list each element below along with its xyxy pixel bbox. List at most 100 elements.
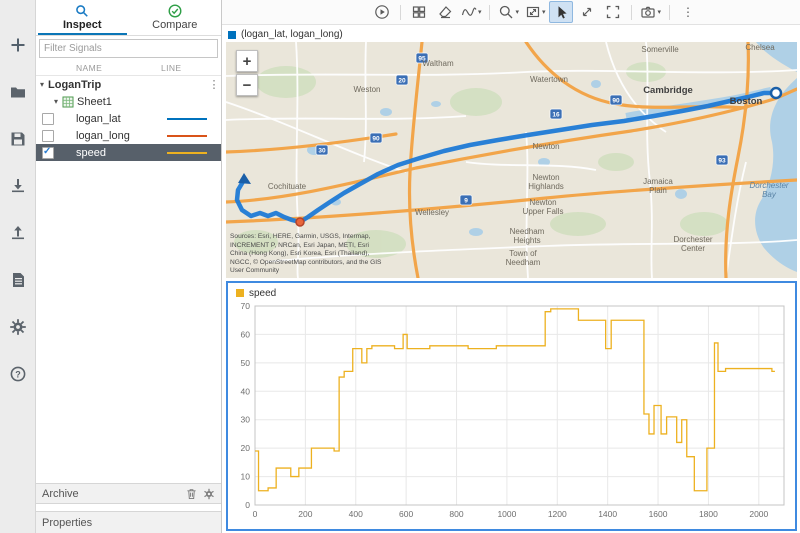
signal-row-speed[interactable]: speed: [36, 144, 221, 161]
snapshot-button[interactable]: ▾: [638, 1, 663, 23]
toolbar-separator: [400, 5, 401, 20]
chevron-down-icon: ▾: [478, 8, 482, 16]
signal-checkbox[interactable]: [42, 113, 54, 125]
highway-shield-icon: 20: [396, 75, 408, 85]
svg-text:90: 90: [612, 98, 620, 105]
map-plot-panel[interactable]: (logan_lat, logan_long): [226, 27, 797, 278]
wave-icon: [461, 4, 477, 20]
save-button[interactable]: [7, 128, 29, 150]
run-label: LoganTrip: [48, 79, 207, 91]
highway-shield-icon: 16: [550, 109, 562, 119]
svg-text:20: 20: [398, 78, 406, 85]
svg-text:400: 400: [349, 509, 363, 519]
map-canvas[interactable]: 952090903016993 WalthamWestonWatertownSo…: [226, 42, 797, 278]
svg-text:?: ?: [15, 369, 21, 379]
signal-sidebar: Inspect Compare NAME LINE ▾ LoganTrip ⋮ …: [36, 0, 222, 533]
chart-legend-swatch: [236, 289, 244, 297]
highway-shield-icon: 90: [370, 133, 382, 143]
run-button[interactable]: [370, 1, 394, 23]
sidebar-tabs: Inspect Compare: [36, 0, 221, 36]
speed-chart-panel[interactable]: speed 0200400600800100012001400160018002…: [226, 281, 797, 531]
report-button[interactable]: [7, 269, 29, 291]
map-label: NewtonHighlands: [528, 173, 564, 191]
archive-content: [36, 504, 221, 511]
check-circle-icon: [168, 4, 182, 18]
signal-label: logan_lat: [76, 113, 167, 125]
highway-shield-icon: 30: [316, 145, 328, 155]
svg-text:16: 16: [552, 112, 560, 119]
signal-row-logan-lat[interactable]: logan_lat: [36, 110, 221, 127]
svg-text:0: 0: [253, 509, 258, 519]
report-icon: [9, 271, 27, 289]
export-button[interactable]: [7, 222, 29, 244]
collapse-icon[interactable]: ▾: [50, 97, 62, 106]
svg-text:90: 90: [372, 136, 380, 143]
import-icon: [9, 177, 27, 195]
map-label: Cochituate: [268, 182, 307, 191]
help-icon: ?: [9, 365, 27, 383]
svg-text:50: 50: [241, 358, 251, 368]
svg-text:30: 30: [318, 148, 326, 155]
filter-signals-input[interactable]: [39, 39, 218, 58]
row-menu-icon[interactable]: ⋮: [207, 78, 221, 91]
zoom-button[interactable]: ▾: [496, 1, 521, 23]
column-name: NAME: [76, 63, 161, 73]
signal-row-logan-long[interactable]: logan_long: [36, 127, 221, 144]
pointer-button[interactable]: [549, 1, 573, 23]
tree-row-run[interactable]: ▾ LoganTrip ⋮: [36, 76, 221, 93]
map-zoom-out-button[interactable]: −: [236, 74, 258, 96]
layout-button[interactable]: [407, 1, 431, 23]
fit-to-view-button[interactable]: ▾: [523, 1, 548, 23]
import-button[interactable]: [7, 175, 29, 197]
tab-inspect[interactable]: Inspect: [36, 0, 129, 35]
map-label: Wellesley: [415, 208, 449, 217]
toolbar-separator: [489, 5, 490, 20]
left-toolbar: ?: [0, 0, 36, 533]
svg-text:1600: 1600: [649, 509, 668, 519]
add-button[interactable]: [7, 34, 29, 56]
trash-icon[interactable]: [186, 488, 197, 500]
signal-checkbox[interactable]: [42, 130, 54, 142]
svg-text:600: 600: [399, 509, 413, 519]
chevron-down-icon: ▾: [657, 8, 661, 16]
signal-style-button[interactable]: ▾: [459, 1, 484, 23]
magnifier-icon: [75, 4, 89, 18]
chevron-down-icon: ▾: [515, 8, 519, 16]
diagonal-arrows-icon: [579, 4, 595, 20]
speed-series-line: [255, 309, 775, 491]
tree-row-sheet[interactable]: ▾ Sheet1: [36, 93, 221, 110]
archive-settings-gear-icon[interactable]: [203, 488, 215, 500]
speed-line-chart[interactable]: 0200400600800100012001400160018002000010…: [228, 300, 795, 528]
tab-inspect-label: Inspect: [63, 19, 102, 31]
properties-section-header[interactable]: Properties: [36, 511, 221, 533]
signal-line-sample: [167, 118, 207, 120]
archive-label: Archive: [42, 488, 180, 500]
eraser-icon: [437, 4, 453, 20]
signal-checkbox[interactable]: [42, 147, 54, 159]
pan-button[interactable]: [575, 1, 599, 23]
archive-section-header[interactable]: Archive: [36, 483, 221, 504]
map-label: Town ofNeedham: [506, 249, 541, 267]
main-area: ▾ ▾ ▾ ▾: [222, 0, 800, 533]
clear-results-button[interactable]: [433, 1, 457, 23]
open-button[interactable]: [7, 81, 29, 103]
map-label: Somerville: [641, 45, 679, 54]
map-legend: (logan_lat, logan_long): [226, 27, 797, 42]
properties-label: Properties: [42, 517, 215, 529]
tab-compare[interactable]: Compare: [129, 0, 222, 35]
gear-icon: [9, 318, 27, 336]
map-attribution: Sources: Esri, HERE, Garmin, USGS, Inter…: [230, 233, 388, 276]
collapse-icon[interactable]: ▾: [36, 80, 48, 89]
signal-tree: ▾ LoganTrip ⋮ ▾ Sheet1 logan_lat logan_l…: [36, 76, 221, 161]
tab-compare-label: Compare: [152, 19, 197, 31]
preferences-button[interactable]: [7, 316, 29, 338]
app-root: ? Inspect Compare NAME LINE ▾ LoganTrip …: [0, 0, 800, 533]
svg-text:10: 10: [241, 472, 251, 482]
map-label: Boston: [730, 96, 763, 107]
fullscreen-button[interactable]: [601, 1, 625, 23]
help-button[interactable]: ?: [7, 363, 29, 385]
play-circle-icon: [374, 4, 390, 20]
more-options-button[interactable]: ⋮: [676, 1, 700, 23]
map-legend-label: (logan_lat, logan_long): [241, 29, 343, 40]
map-zoom-in-button[interactable]: +: [236, 50, 258, 72]
